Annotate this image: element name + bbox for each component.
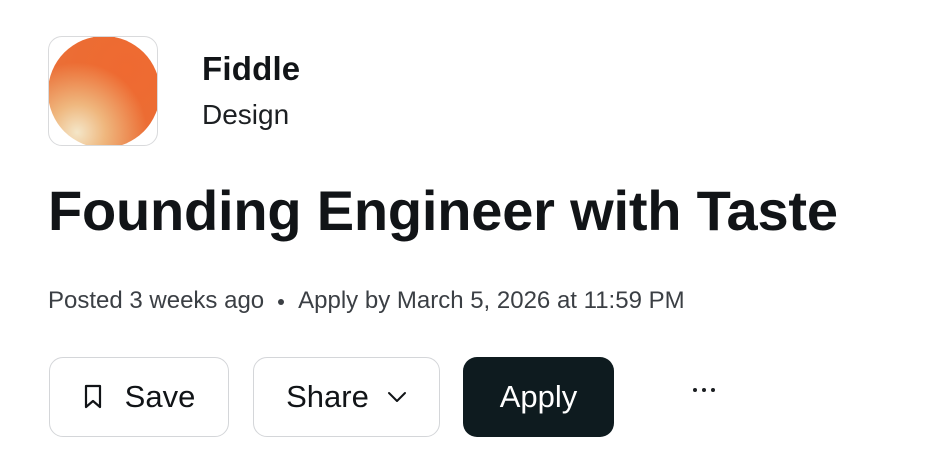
apply-label: Apply	[499, 379, 578, 414]
apply-button[interactable]: Apply	[463, 357, 614, 437]
save-button[interactable]: Save	[49, 357, 229, 437]
more-options-button[interactable]	[684, 372, 724, 408]
orange-gradient-circle-logo-icon	[49, 37, 157, 145]
share-button[interactable]: Share	[253, 357, 440, 437]
more-horizontal-icon	[693, 388, 715, 392]
posted-date: Posted 3 weeks ago	[48, 287, 265, 314]
job-header: Fiddle Design Founding Engineer with Tas…	[0, 0, 928, 470]
company-logo[interactable]	[48, 36, 158, 146]
bookmark-icon	[84, 384, 101, 409]
company-name[interactable]: Fiddle	[202, 50, 300, 88]
job-meta: Posted 3 weeks ago Apply by March 5, 202…	[48, 287, 685, 315]
separator-dot	[278, 299, 285, 305]
job-title: Founding Engineer with Taste	[48, 179, 838, 242]
share-label: Share	[286, 379, 369, 414]
save-label: Save	[124, 379, 196, 414]
company-category: Design	[202, 99, 290, 130]
apply-deadline: Apply by March 5, 2026 at 11:59 PM	[298, 287, 685, 314]
chevron-down-icon	[387, 392, 406, 402]
